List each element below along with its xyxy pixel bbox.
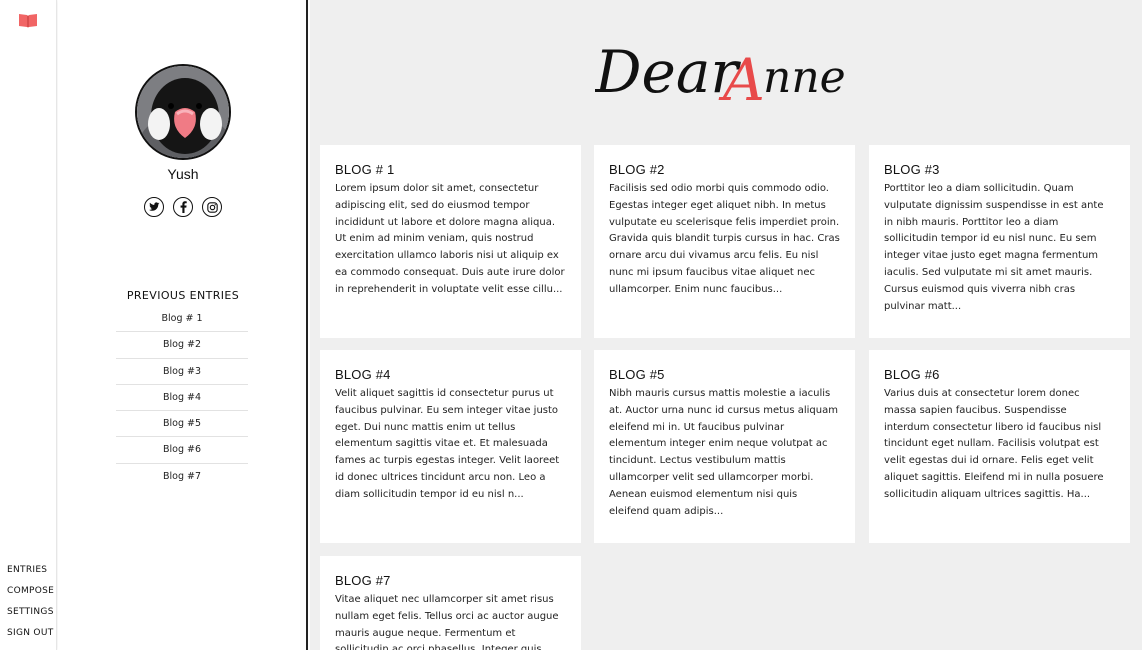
blog-excerpt: Lorem ipsum dolor sit amet, consectetur … — [335, 183, 565, 295]
blog-card[interactable]: BLOG #6 Varius duis at consectetur lorem… — [869, 350, 1130, 543]
previous-entry-link[interactable]: Blog # 1 — [116, 306, 248, 333]
twitter-icon[interactable] — [144, 197, 164, 217]
blog-title: BLOG #6 — [884, 367, 940, 382]
blog-card[interactable]: BLOG #3 Porttitor leo a diam sollicitudi… — [869, 145, 1130, 338]
profile-sidebar: Yush PREVIOUS ENTRIES Blog # 1 Blog #2 B… — [58, 0, 308, 650]
blog-title: BLOG #7 — [335, 573, 391, 588]
avatar — [135, 64, 231, 160]
nav-entries[interactable]: ENTRIES — [7, 560, 54, 581]
previous-entry-link[interactable]: Blog #3 — [116, 359, 248, 385]
blog-excerpt: Nibh mauris cursus mattis molestie a iac… — [609, 388, 838, 517]
blog-title: BLOG #2 — [609, 162, 665, 177]
blog-excerpt: Varius duis at consectetur lorem donec m… — [884, 388, 1104, 500]
username: Yush — [167, 166, 199, 182]
main-content: Dear A nne BLOG # 1 Lorem ipsum dolor si… — [310, 0, 1142, 650]
blog-title: BLOG # 1 — [335, 162, 395, 177]
brand-title: Dear A nne — [595, 20, 855, 120]
blog-title: BLOG #5 — [609, 367, 665, 382]
blog-excerpt: Vitae aliquet nec ullamcorper sit amet r… — [335, 594, 559, 650]
rail-nav: ENTRIES COMPOSE SETTINGS SIGN OUT — [7, 560, 54, 644]
blog-title: BLOG #3 — [884, 162, 940, 177]
brand-text-rest: nne — [763, 52, 846, 103]
blog-card[interactable]: BLOG #5 Nibh mauris cursus mattis molest… — [594, 350, 855, 543]
previous-entry-link[interactable]: Blog #7 — [116, 464, 248, 490]
blog-excerpt: Facilisis sed odio morbi quis commodo od… — [609, 183, 840, 295]
nav-settings[interactable]: SETTINGS — [7, 602, 54, 623]
previous-entry-link[interactable]: Blog #6 — [116, 437, 248, 464]
previous-entry-link[interactable]: Blog #5 — [116, 411, 248, 438]
brand-text-dear: Dear — [595, 38, 741, 106]
previous-entries-list: Blog # 1 Blog #2 Blog #3 Blog #4 Blog #5… — [116, 306, 248, 490]
previous-entry-link[interactable]: Blog #2 — [116, 332, 248, 359]
blog-card[interactable]: BLOG #7 Vitae aliquet nec ullamcorper si… — [320, 556, 581, 650]
social-links — [58, 197, 308, 217]
nav-sign-out[interactable]: SIGN OUT — [7, 623, 54, 644]
instagram-icon[interactable] — [202, 197, 222, 217]
blog-excerpt: Velit aliquet sagittis id consectetur pu… — [335, 388, 560, 500]
blog-excerpt: Porttitor leo a diam sollicitudin. Quam … — [884, 183, 1104, 312]
previous-entries-title: PREVIOUS ENTRIES — [126, 289, 240, 302]
facebook-icon[interactable] — [173, 197, 193, 217]
brand-text-accent: A — [718, 46, 765, 114]
blog-card[interactable]: BLOG # 1 Lorem ipsum dolor sit amet, con… — [320, 145, 581, 338]
nav-compose[interactable]: COMPOSE — [7, 581, 54, 602]
blog-title: BLOG #4 — [335, 367, 391, 382]
book-logo-icon[interactable] — [18, 12, 38, 28]
blog-card[interactable]: BLOG #4 Velit aliquet sagittis id consec… — [320, 350, 581, 543]
blog-card[interactable]: BLOG #2 Facilisis sed odio morbi quis co… — [594, 145, 855, 338]
previous-entry-link[interactable]: Blog #4 — [116, 385, 248, 412]
icon-rail: ENTRIES COMPOSE SETTINGS SIGN OUT — [0, 0, 57, 650]
